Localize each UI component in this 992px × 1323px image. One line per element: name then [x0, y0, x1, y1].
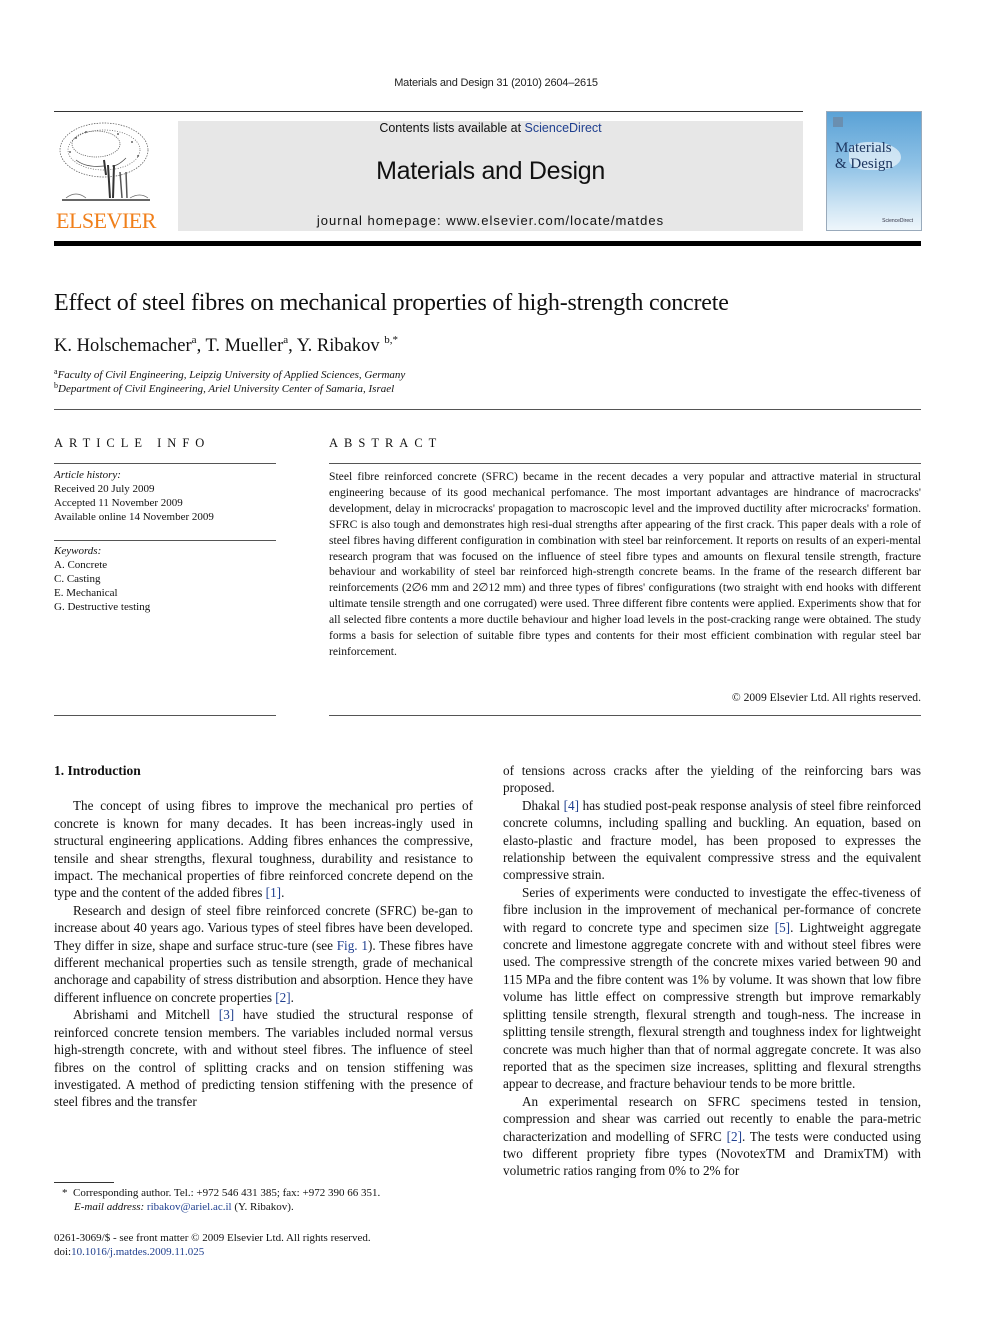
abstract-copyright: © 2009 Elsevier Ltd. All rights reserved… [731, 691, 921, 704]
paragraph: of tensions across cracks after the yiel… [503, 763, 921, 796]
abstract-bottom-rule [329, 715, 921, 716]
article-title: Effect of steel fibres on mechanical pro… [54, 290, 729, 316]
affiliation-text: Department of Civil Engineering, Ariel U… [58, 383, 395, 395]
elsevier-wordmark: ELSEVIER [56, 208, 156, 233]
keywords-rule [54, 540, 276, 541]
journal-citation: Materials and Design 31 (2010) 2604–2615 [394, 77, 598, 89]
keywords-label: Keywords: [54, 545, 102, 557]
affiliation-text: Faculty of Civil Engineering, Leipzig Un… [57, 369, 406, 381]
abstract-text: Steel fibre reinforced concrete (SFRC) b… [329, 470, 921, 658]
footnote-mark: * [62, 1187, 68, 1199]
sciencedirect-link[interactable]: ScienceDirect [525, 121, 602, 135]
author[interactable]: T. Mueller [205, 336, 283, 356]
email-label: E-mail address: [74, 1201, 145, 1213]
elsevier-logo[interactable]: ELSEVIER [54, 120, 158, 233]
affiliation-rule [54, 409, 921, 410]
author[interactable]: K. Holschemacher [54, 336, 192, 356]
journal-banner: Contents lists available at ScienceDirec… [178, 121, 803, 231]
doi-prefix: doi: [54, 1246, 72, 1258]
cover-sciencedirect-badge: ScienceDirect [882, 218, 913, 224]
header-top-rule [54, 111, 803, 112]
author-list: K. Holschemachera, T. Muellera, Y. Ribak… [54, 334, 398, 356]
abstract-rule [329, 463, 921, 464]
paragraph: Dhakal [4] has studied post-peak respons… [503, 797, 921, 883]
article-info-heading: ARTICLE INFO [54, 436, 211, 450]
keyword[interactable]: C. Casting [54, 572, 276, 586]
footnote-rule [54, 1182, 114, 1183]
keyword[interactable]: A. Concrete [54, 558, 276, 572]
figure-link[interactable]: Fig. 1 [337, 938, 368, 953]
paragraph: Abrishami and Mitchell [3] have studied … [54, 1007, 473, 1110]
keyword[interactable]: E. Mechanical [54, 586, 276, 600]
body-right-column: of tensions across cracks after the yiel… [503, 762, 921, 1180]
author[interactable]: Y. Ribakov [297, 336, 380, 356]
article-history: Article history: Received 20 July 2009 A… [54, 468, 276, 524]
keywords: Keywords: A. Concrete C. Casting E. Mech… [54, 544, 276, 614]
paragraph: Research and design of steel fibre reinf… [54, 902, 473, 1005]
author-affiliation-mark: b,* [384, 334, 398, 346]
keyword[interactable]: G. Destructive testing [54, 600, 276, 614]
abstract-heading: ABSTRACT [329, 436, 443, 450]
corresponding-author-footnote: * Corresponding author. Tel.: +972 546 4… [54, 1186, 494, 1214]
reference-link[interactable]: [2] [275, 990, 290, 1005]
article-history-label: Article history: [54, 469, 121, 481]
paragraph: Series of experiments were conducted to … [503, 884, 921, 1092]
history-received: Received 20 July 2009 [54, 483, 155, 495]
journal-cover-image[interactable]: Materials & Design ScienceDirect [826, 111, 922, 231]
header-bottom-rule [54, 241, 921, 246]
body-left-column: 1. Introduction The concept of using fib… [54, 762, 473, 1111]
history-online: Available online 14 November 2009 [54, 511, 214, 523]
paragraph: An experimental research on SFRC specime… [503, 1093, 921, 1179]
article-info-rule [54, 463, 276, 464]
cover-title: Materials & Design [835, 140, 893, 172]
email-suffix: (Y. Ribakov). [231, 1201, 294, 1213]
cover-title-line-1: Materials [835, 140, 892, 156]
article-info-bottom-rule [54, 715, 276, 716]
issn-line: 0261-3069/$ - see front matter © 2009 El… [54, 1232, 371, 1244]
author-affiliation-mark: a [191, 334, 197, 346]
contents-prefix: Contents lists available at [379, 121, 525, 135]
paragraph: The concept of using fibres to improve t… [54, 798, 473, 901]
affiliation: bDepartment of Civil Engineering, Ariel … [54, 381, 394, 395]
doi-link[interactable]: 10.1016/j.matdes.2009.11.025 [71, 1246, 204, 1258]
cover-title-line-2: & Design [835, 156, 893, 172]
tree-logo-icon [59, 122, 150, 201]
footnote-text: Corresponding author. Tel.: +972 546 431… [73, 1187, 381, 1199]
history-accepted: Accepted 11 November 2009 [54, 497, 183, 509]
cover-elsevier-icon [833, 117, 843, 127]
reference-link[interactable]: [1] [266, 885, 281, 900]
reference-link[interactable]: [4] [564, 798, 579, 813]
contents-line: Contents lists available at ScienceDirec… [178, 121, 803, 135]
reference-link[interactable]: [2] [727, 1129, 742, 1144]
journal-title: Materials and Design [376, 157, 605, 185]
reference-link[interactable]: [3] [219, 1007, 234, 1022]
author-affiliation-mark: a [283, 334, 289, 346]
email-link[interactable]: ribakov@ariel.ac.il [147, 1201, 232, 1213]
journal-homepage-link[interactable]: journal homepage: www.elsevier.com/locat… [178, 213, 803, 228]
affiliation: aFaculty of Civil Engineering, Leipzig U… [54, 367, 405, 381]
front-matter: 0261-3069/$ - see front matter © 2009 El… [54, 1231, 494, 1259]
reference-link[interactable]: [5] [775, 920, 790, 935]
section-heading: 1. Introduction [54, 763, 141, 778]
